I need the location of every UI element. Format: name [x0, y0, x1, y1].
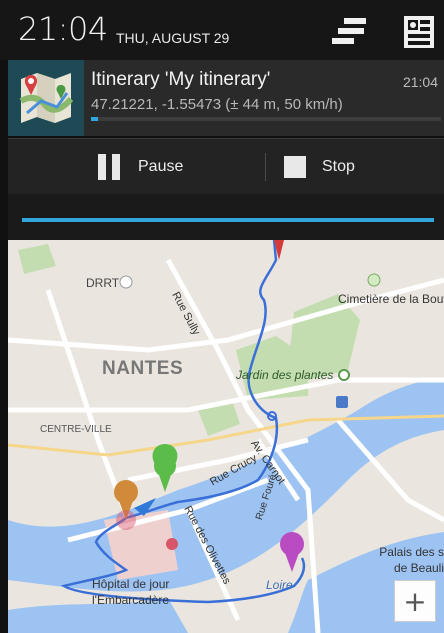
map-label-nantes: NANTES	[102, 358, 184, 379]
green-marker[interactable]	[152, 444, 178, 492]
cemetery-poi-icon	[367, 273, 381, 287]
shade-handle-bar	[22, 218, 434, 222]
notification-progress	[91, 117, 441, 121]
map-view[interactable]: NANTES DRRT Cimetière de la Bouteillerie…	[8, 240, 444, 633]
government-poi-icon	[119, 275, 133, 289]
purple-marker[interactable]	[280, 532, 304, 572]
stop-button[interactable]: Stop	[284, 139, 355, 195]
quick-settings-icon[interactable]	[330, 16, 370, 48]
north-park	[18, 244, 56, 274]
stop-label: Stop	[322, 158, 355, 175]
notification-actions: Pause Stop	[8, 138, 444, 194]
stop-icon	[284, 156, 306, 178]
map-label-hopital: Hôpital de jour l'Embarcadère	[92, 577, 170, 607]
user-settings-icon[interactable]	[398, 14, 438, 50]
map-label-palais: Palais des s de Beauli	[379, 545, 444, 575]
notification-title: Itinerary 'My itinerary'	[91, 69, 271, 90]
progress-fill	[91, 117, 98, 121]
map-label-drrt: DRRT	[86, 276, 120, 290]
notification-subtitle: 47.21221, -1.55473 (± 44 m, 50 km/h)	[91, 96, 343, 113]
pause-label: Pause	[138, 158, 184, 175]
map-icon	[8, 60, 84, 136]
clock: 21:04	[18, 10, 108, 48]
park-poi-icon	[338, 369, 350, 381]
pause-icon	[98, 154, 120, 180]
map-label-loire: Loire	[266, 578, 293, 592]
zoom-in-button[interactable]: +	[394, 580, 436, 622]
transit-poi-icon	[336, 396, 348, 408]
map-label-jardin: Jardin des plantes	[236, 368, 334, 382]
notification-shade-handle[interactable]	[8, 194, 444, 240]
pause-button[interactable]: Pause	[98, 139, 183, 195]
action-divider	[265, 153, 266, 181]
hospital-poi-icon	[166, 538, 178, 550]
notification-time: 21:04	[402, 74, 438, 90]
date: THU, AUGUST 29	[116, 30, 230, 46]
map-label-cimetiere: Cimetière de la Bouteillerie	[338, 292, 444, 306]
status-bar: 21:04 THU, AUGUST 29	[0, 0, 444, 60]
map-label-centre: CENTRE-VILLE	[40, 424, 112, 435]
itinerary-notification[interactable]: Itinerary 'My itinerary' 21:04 47.21221,…	[8, 60, 444, 136]
